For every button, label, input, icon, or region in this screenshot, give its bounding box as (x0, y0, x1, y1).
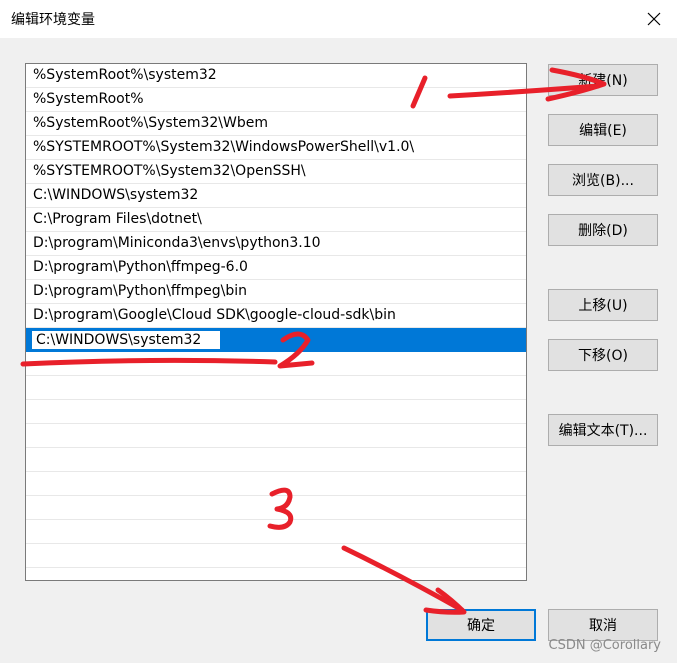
edit-text-button[interactable]: 编辑文本(T)... (548, 414, 658, 446)
list-item-empty[interactable] (26, 448, 526, 472)
list-item[interactable]: C:\WINDOWS\system32 (26, 184, 526, 208)
window-title: 编辑环境变量 (11, 12, 95, 28)
list-item[interactable]: %SYSTEMROOT%\System32\OpenSSH\ (26, 160, 526, 184)
path-edit-input[interactable]: C:\WINDOWS\system32 (31, 330, 221, 350)
list-item-empty[interactable] (26, 424, 526, 448)
list-item[interactable]: %SystemRoot% (26, 88, 526, 112)
list-item[interactable]: %SystemRoot%\system32 (26, 64, 526, 88)
move-down-button[interactable]: 下移(O) (548, 339, 658, 371)
new-button[interactable]: 新建(N) (548, 64, 658, 96)
list-item[interactable]: %SYSTEMROOT%\System32\WindowsPowerShell\… (26, 136, 526, 160)
list-item[interactable]: D:\program\Miniconda3\envs\python3.10 (26, 232, 526, 256)
title-bar: 编辑环境变量 (0, 0, 677, 38)
move-up-button[interactable]: 上移(U) (548, 289, 658, 321)
browse-button[interactable]: 浏览(B)... (548, 164, 658, 196)
list-item-empty[interactable] (26, 520, 526, 544)
list-item-empty[interactable] (26, 496, 526, 520)
list-item[interactable]: %SystemRoot%\System32\Wbem (26, 112, 526, 136)
ok-button[interactable]: 确定 (426, 609, 536, 641)
delete-button[interactable]: 删除(D) (548, 214, 658, 246)
list-item-empty[interactable] (26, 544, 526, 568)
close-button[interactable] (631, 0, 677, 38)
list-item-empty[interactable] (26, 352, 526, 376)
list-item-empty[interactable] (26, 472, 526, 496)
list-item-editing[interactable]: C:\WINDOWS\system32 (26, 328, 526, 352)
list-item[interactable]: D:\program\Python\ffmpeg-6.0 (26, 256, 526, 280)
edit-button[interactable]: 编辑(E) (548, 114, 658, 146)
path-list[interactable]: %SystemRoot%\system32 %SystemRoot% %Syst… (25, 63, 527, 581)
list-item[interactable]: D:\program\Python\ffmpeg\bin (26, 280, 526, 304)
list-item[interactable]: C:\Program Files\dotnet\ (26, 208, 526, 232)
watermark: CSDN @Corollary (548, 638, 661, 653)
list-item[interactable]: D:\program\Google\Cloud SDK\google-cloud… (26, 304, 526, 328)
list-item-empty[interactable] (26, 376, 526, 400)
cancel-button[interactable]: 取消 (548, 609, 658, 641)
close-icon (647, 12, 661, 26)
list-item-empty[interactable] (26, 400, 526, 424)
